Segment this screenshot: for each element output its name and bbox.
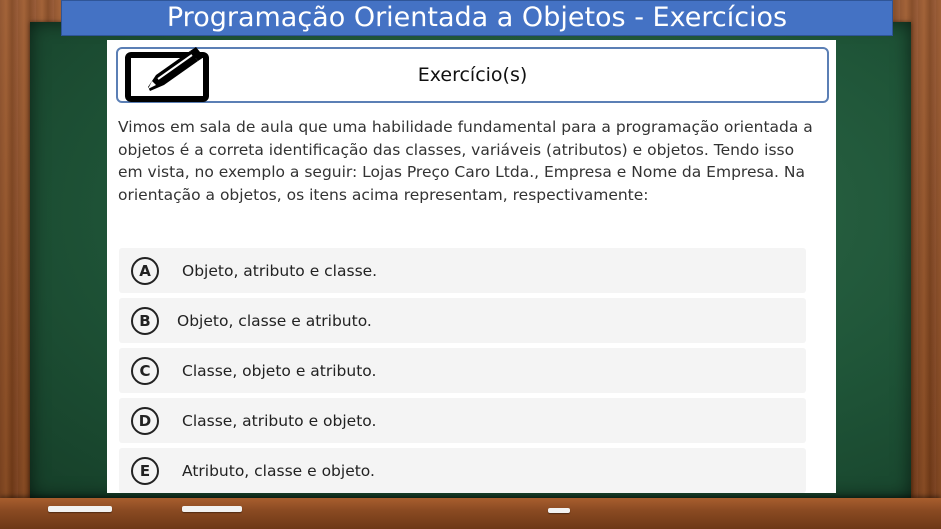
option-letter: A [131, 256, 159, 285]
option-d[interactable]: D Classe, atributo e objeto. [119, 398, 806, 443]
exercise-header: Exercício(s) [116, 47, 829, 103]
option-c[interactable]: C Classe, objeto e atributo. [119, 348, 806, 393]
option-e[interactable]: E Atributo, classe e objeto. [119, 448, 806, 493]
page-title: Programação Orientada a Objetos - Exercí… [166, 2, 788, 33]
option-b[interactable]: B Objeto, classe e atributo. [119, 298, 806, 343]
option-a[interactable]: A Objeto, atributo e classe. [119, 248, 806, 293]
option-text: Classe, objeto e atributo. [182, 361, 377, 380]
option-text: Classe, atributo e objeto. [182, 411, 377, 430]
chalk-piece [48, 506, 112, 512]
option-letter: C [131, 356, 159, 385]
title-bar: Programação Orientada a Objetos - Exercí… [61, 0, 893, 36]
question-text: Vimos em sala de aula que uma habilidade… [118, 118, 813, 204]
option-letter: B [131, 306, 159, 335]
exercise-header-label: Exercício(s) [417, 64, 528, 86]
chalk-piece [548, 508, 570, 513]
option-text: Objeto, atributo e classe. [182, 261, 378, 280]
chalk-ledge [0, 498, 941, 529]
option-text: Atributo, classe e objeto. [182, 461, 375, 480]
option-letter: E [131, 456, 159, 485]
option-text: Objeto, classe e atributo. [177, 311, 372, 330]
chalk-piece [182, 506, 242, 512]
exercise-card: Exercício(s) Vimos em sala de aula que u… [107, 40, 836, 493]
option-letter: D [131, 406, 159, 435]
